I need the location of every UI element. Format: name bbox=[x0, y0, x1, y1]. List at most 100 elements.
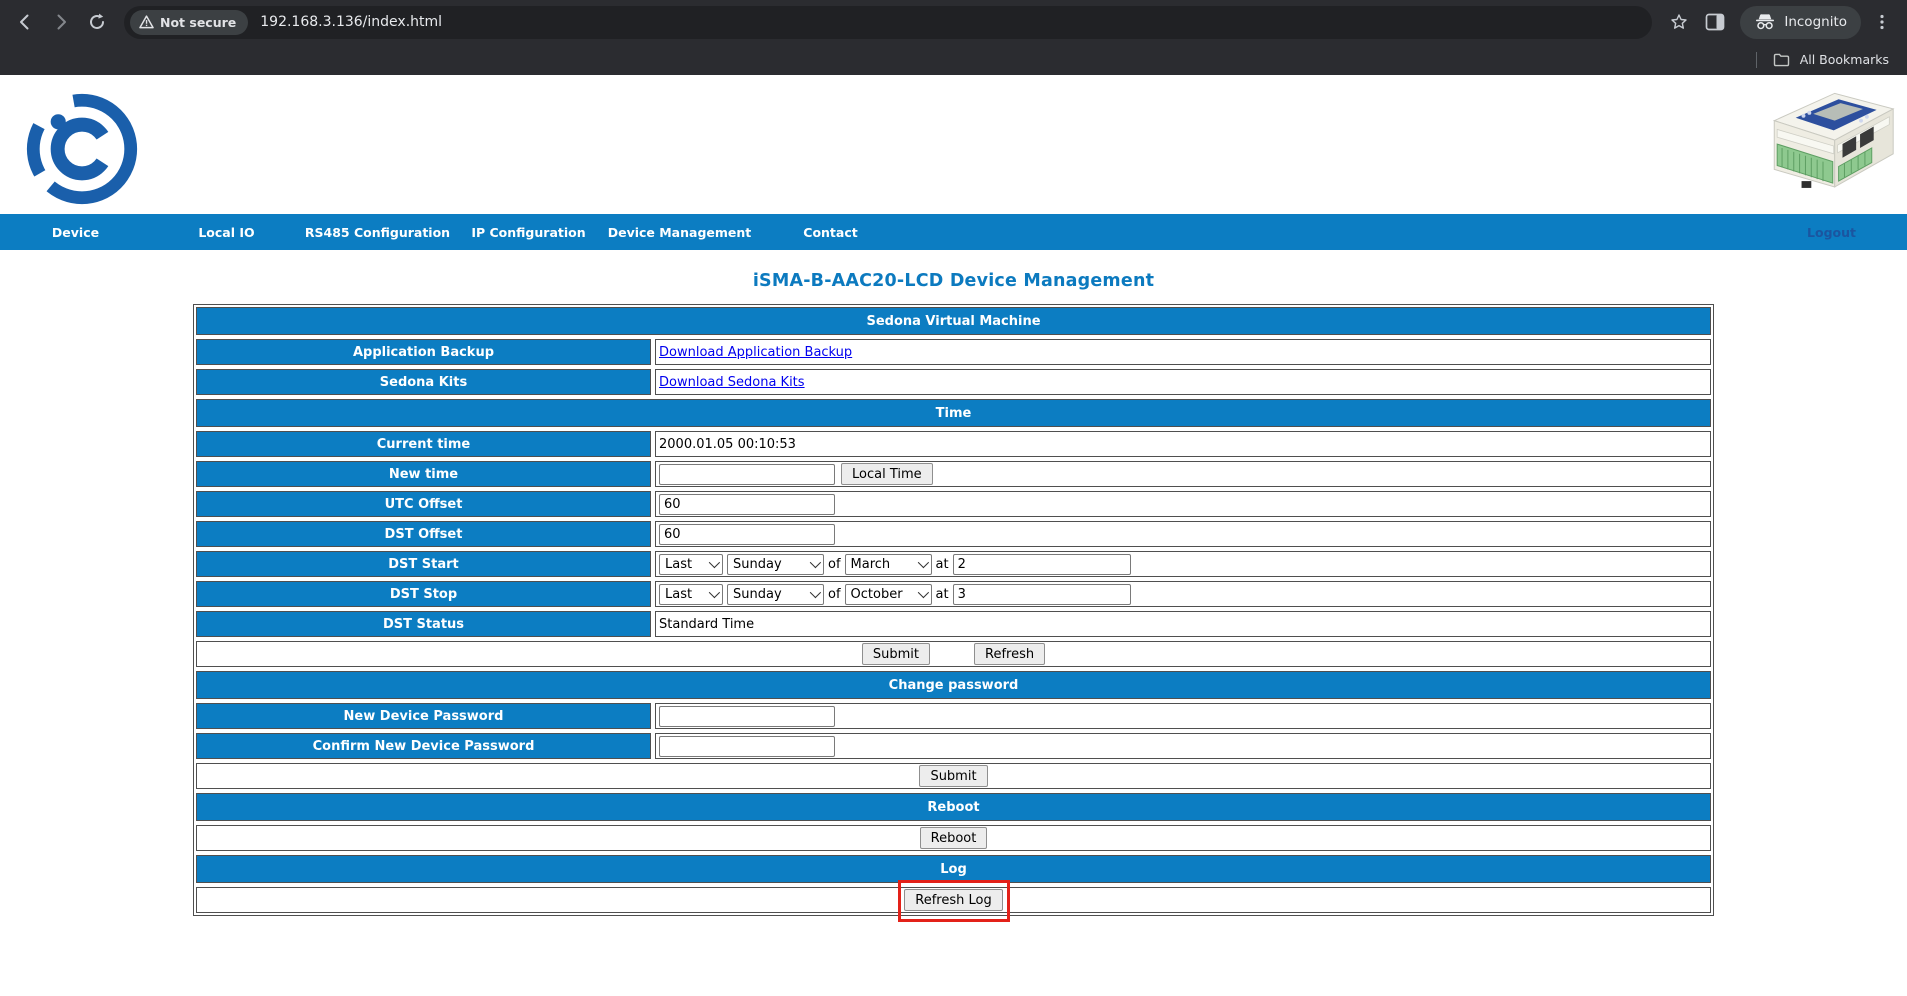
utc-offset-label: UTC Offset bbox=[196, 491, 651, 517]
browser-chrome: Not secure 192.168.3.136/index.html Inco… bbox=[0, 0, 1907, 75]
table-row-utc-offset: UTC Offset bbox=[196, 491, 1711, 517]
sedona-vm-header: Sedona Virtual Machine bbox=[196, 307, 1711, 335]
dst-status-value: Standard Time bbox=[659, 617, 754, 632]
nav-item-ip-configuration[interactable]: IP Configuration bbox=[453, 225, 604, 240]
table-row-application-backup: Application Backup Download Application … bbox=[196, 339, 1711, 365]
nav-item-contact[interactable]: Contact bbox=[755, 225, 906, 240]
table-row-log-action: Refresh Log bbox=[196, 887, 1711, 913]
change-password-header: Change password bbox=[196, 671, 1711, 699]
dst-stop-hour-input[interactable] bbox=[953, 584, 1131, 605]
confirm-new-device-password-input[interactable] bbox=[659, 736, 835, 757]
password-submit-button[interactable]: Submit bbox=[919, 765, 987, 787]
new-time-input[interactable] bbox=[659, 464, 835, 485]
forward-icon[interactable] bbox=[46, 7, 76, 37]
table-row-confirm-password: Confirm New Device Password bbox=[196, 733, 1711, 759]
table-row-password-actions: Submit bbox=[196, 763, 1711, 789]
browser-toolbar: Not secure 192.168.3.136/index.html Inco… bbox=[0, 0, 1907, 44]
dst-stop-of-label: of bbox=[828, 587, 841, 602]
company-logo bbox=[24, 91, 140, 207]
url-text[interactable]: 192.168.3.136/index.html bbox=[260, 14, 442, 30]
utc-offset-input[interactable] bbox=[659, 494, 835, 515]
section-header-reboot: Reboot bbox=[196, 793, 1711, 821]
dst-stop-week-select[interactable]: Last bbox=[659, 584, 723, 605]
dst-stop-label: DST Stop bbox=[196, 581, 651, 607]
confirm-new-device-password-label: Confirm New Device Password bbox=[196, 733, 651, 759]
page-title: iSMA-B-AAC20-LCD Device Management bbox=[0, 271, 1907, 291]
new-time-label: New time bbox=[196, 461, 651, 487]
section-header-time: Time bbox=[196, 399, 1711, 427]
not-secure-label: Not secure bbox=[160, 15, 236, 30]
sedona-kits-label: Sedona Kits bbox=[196, 369, 651, 395]
incognito-icon bbox=[1754, 13, 1776, 31]
table-row-time-actions: Submit Refresh bbox=[196, 641, 1711, 667]
log-header: Log bbox=[196, 855, 1711, 883]
device-management-table: Sedona Virtual Machine Application Backu… bbox=[193, 304, 1714, 916]
table-row-dst-status: DST Status Standard Time bbox=[196, 611, 1711, 637]
chevron-down-icon bbox=[709, 557, 720, 568]
time-refresh-button[interactable]: Refresh bbox=[974, 643, 1045, 665]
folder-icon bbox=[1773, 53, 1790, 67]
time-header: Time bbox=[196, 399, 1711, 427]
dst-start-month-select[interactable]: March bbox=[845, 554, 932, 575]
dst-stop-month-select[interactable]: October bbox=[845, 584, 932, 605]
chevron-down-icon bbox=[709, 587, 720, 598]
main-nav: Device Local IO RS485 Configuration IP C… bbox=[0, 214, 1907, 250]
bookmark-star-icon[interactable] bbox=[1664, 7, 1694, 37]
incognito-badge[interactable]: Incognito bbox=[1740, 6, 1861, 39]
not-secure-chip[interactable]: Not secure bbox=[130, 10, 248, 35]
dst-start-day-select[interactable]: Sunday bbox=[727, 554, 824, 575]
current-time-label: Current time bbox=[196, 431, 651, 457]
download-sedona-kits-link[interactable]: Download Sedona Kits bbox=[659, 375, 805, 390]
side-panel-icon[interactable] bbox=[1700, 7, 1730, 37]
all-bookmarks-label[interactable]: All Bookmarks bbox=[1800, 52, 1889, 67]
section-header-log: Log bbox=[196, 855, 1711, 883]
masthead bbox=[0, 75, 1907, 214]
nav-item-device-management[interactable]: Device Management bbox=[604, 225, 755, 240]
bookmarks-bar: All Bookmarks bbox=[0, 44, 1907, 75]
local-time-button[interactable]: Local Time bbox=[841, 463, 933, 485]
dst-start-week-select[interactable]: Last bbox=[659, 554, 723, 575]
chevron-down-icon bbox=[810, 587, 821, 598]
back-icon[interactable] bbox=[10, 7, 40, 37]
device-photo bbox=[1745, 83, 1901, 209]
bookmarks-separator bbox=[1756, 52, 1757, 68]
section-header-change-password: Change password bbox=[196, 671, 1711, 699]
section-header-sedona-vm: Sedona Virtual Machine bbox=[196, 307, 1711, 335]
menu-dots-icon[interactable] bbox=[1867, 7, 1897, 37]
dst-start-of-label: of bbox=[828, 557, 841, 572]
reload-icon[interactable] bbox=[82, 7, 112, 37]
nav-item-device[interactable]: Device bbox=[0, 225, 151, 240]
chevron-down-icon bbox=[917, 587, 928, 598]
reboot-button[interactable]: Reboot bbox=[920, 827, 988, 849]
table-row-dst-stop: DST Stop Last Sunday of October at bbox=[196, 581, 1711, 607]
new-device-password-input[interactable] bbox=[659, 706, 835, 727]
table-row-dst-offset: DST Offset bbox=[196, 521, 1711, 547]
dst-start-at-label: at bbox=[936, 557, 949, 572]
nav-item-local-io[interactable]: Local IO bbox=[151, 225, 302, 240]
dst-start-label: DST Start bbox=[196, 551, 651, 577]
table-row-new-password: New Device Password bbox=[196, 703, 1711, 729]
table-row-dst-start: DST Start Last Sunday of March at bbox=[196, 551, 1711, 577]
refresh-log-button[interactable]: Refresh Log bbox=[904, 889, 1002, 911]
table-row-current-time: Current time 2000.01.05 00:10:53 bbox=[196, 431, 1711, 457]
dst-stop-at-label: at bbox=[936, 587, 949, 602]
table-row-reboot-action: Reboot bbox=[196, 825, 1711, 851]
table-row-sedona-kits: Sedona Kits Download Sedona Kits bbox=[196, 369, 1711, 395]
new-device-password-label: New Device Password bbox=[196, 703, 651, 729]
current-time-value: 2000.01.05 00:10:53 bbox=[659, 437, 796, 452]
table-row-new-time: New time Local Time bbox=[196, 461, 1711, 487]
incognito-label: Incognito bbox=[1784, 14, 1847, 30]
dst-start-hour-input[interactable] bbox=[953, 554, 1131, 575]
time-submit-button[interactable]: Submit bbox=[862, 643, 930, 665]
dst-stop-day-select[interactable]: Sunday bbox=[727, 584, 824, 605]
dst-status-label: DST Status bbox=[196, 611, 651, 637]
dst-offset-input[interactable] bbox=[659, 524, 835, 545]
chevron-down-icon bbox=[810, 557, 821, 568]
dst-offset-label: DST Offset bbox=[196, 521, 651, 547]
nav-item-rs485-configuration[interactable]: RS485 Configuration bbox=[302, 225, 453, 240]
address-bar[interactable]: Not secure 192.168.3.136/index.html bbox=[124, 6, 1652, 39]
application-backup-label: Application Backup bbox=[196, 339, 651, 365]
warning-triangle-icon bbox=[139, 15, 154, 29]
nav-item-logout[interactable]: Logout bbox=[1756, 225, 1907, 240]
download-application-backup-link[interactable]: Download Application Backup bbox=[659, 345, 852, 360]
